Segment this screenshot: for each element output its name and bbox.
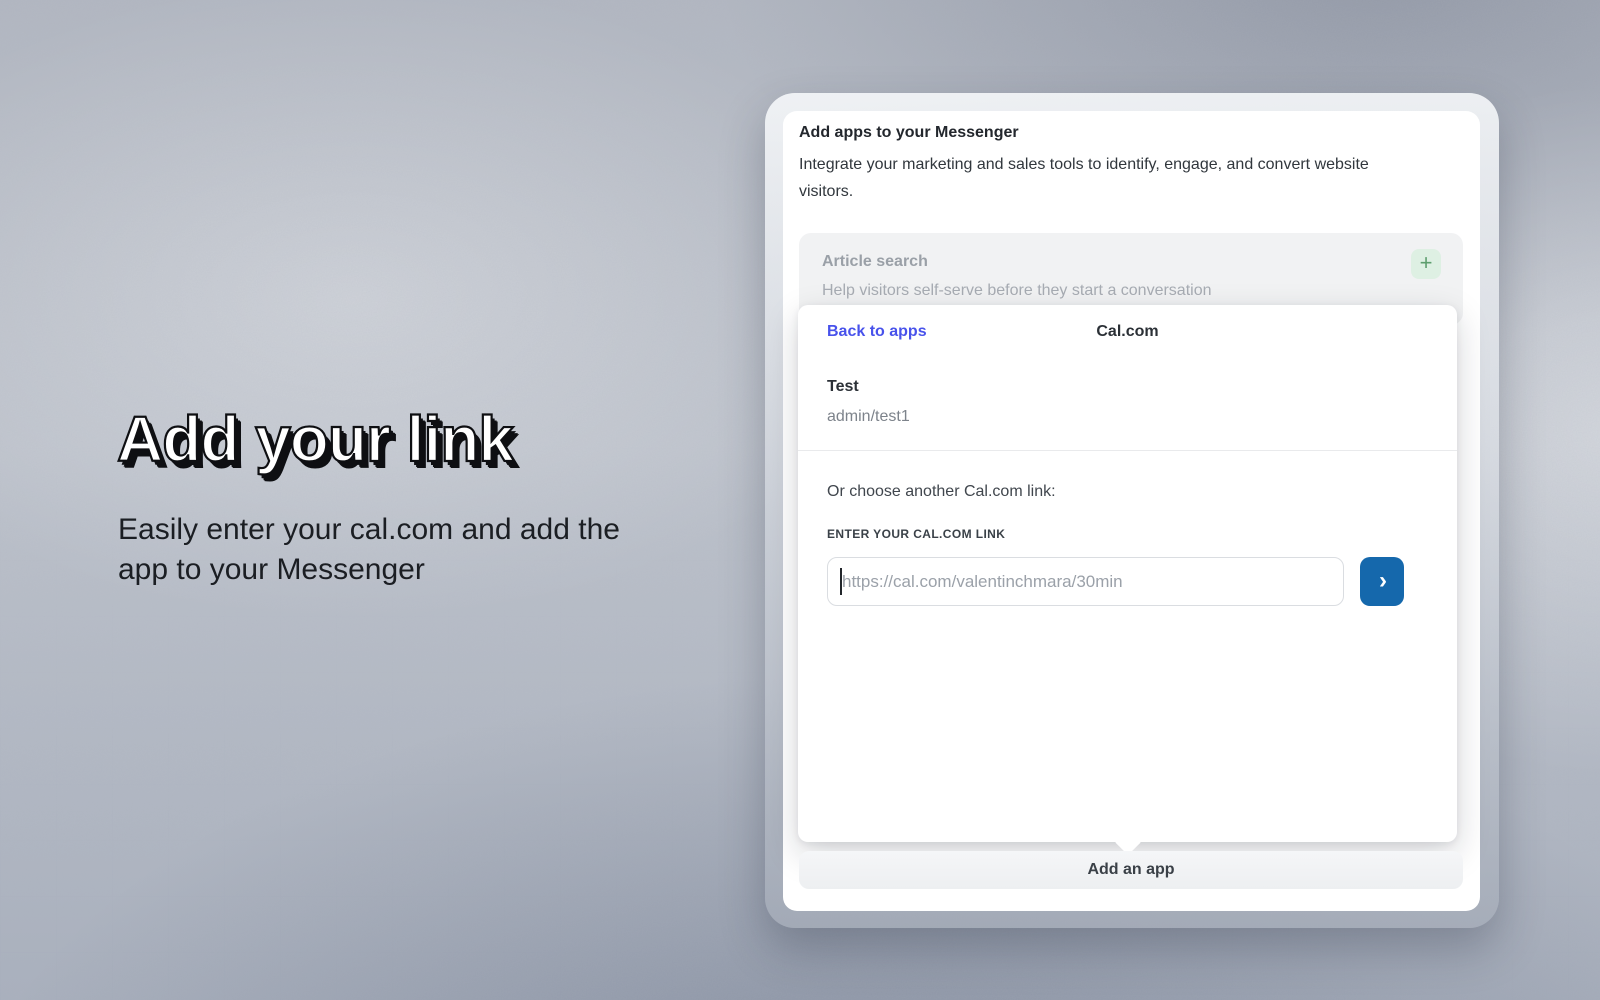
card-title: Add apps to your Messenger (799, 124, 1019, 142)
article-search-subtitle: Help visitors self-serve before they sta… (822, 282, 1212, 300)
hero-title: Add your link (117, 402, 677, 476)
hero-subtitle: Easily enter your cal.com and add the ap… (118, 510, 658, 590)
calcom-popover: Back to apps Cal.com Test admin/test1 Or… (798, 305, 1457, 842)
plus-icon: + (1420, 250, 1433, 275)
event-name[interactable]: Test (827, 378, 859, 396)
add-article-search-button[interactable]: + (1411, 249, 1441, 279)
calcom-link-input[interactable] (827, 557, 1344, 606)
divider (798, 450, 1457, 451)
card-description: Integrate your marketing and sales tools… (799, 151, 1399, 205)
link-input-label: ENTER YOUR CAL.COM LINK (827, 527, 1005, 541)
add-an-app-button[interactable]: Add an app (799, 851, 1463, 889)
submit-link-button[interactable]: › (1360, 557, 1404, 606)
article-search-title: Article search (822, 253, 928, 271)
add-apps-card: Add apps to your Messenger Integrate you… (783, 111, 1480, 911)
event-slug: admin/test1 (827, 408, 910, 426)
hero-section: Add your link Easily enter your cal.com … (117, 402, 677, 590)
popover-title: Cal.com (798, 323, 1457, 341)
messenger-settings-frame: Add apps to your Messenger Integrate you… (765, 93, 1499, 928)
choose-link-label: Or choose another Cal.com link: (827, 483, 1056, 501)
text-cursor (840, 568, 842, 595)
chevron-right-icon: › (1379, 567, 1387, 595)
